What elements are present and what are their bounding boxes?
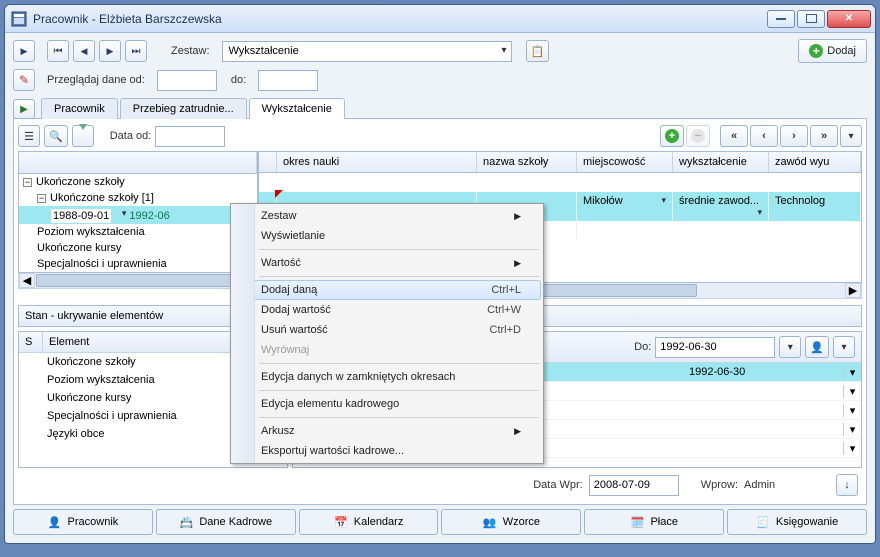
tree-child[interactable]: −Ukończone szkoły [1]	[19, 190, 257, 206]
funnel-icon	[79, 130, 87, 142]
nav-prev-button[interactable]	[73, 40, 95, 62]
do-input[interactable]	[655, 337, 775, 358]
window-title: Pracownik - Elżbieta Barszczewska	[33, 12, 767, 26]
add-row-button[interactable]: +	[660, 125, 684, 147]
close-button[interactable]	[827, 10, 871, 28]
menu-usun-wartosc[interactable]: Usuń wartośćCtrl+D	[233, 320, 541, 340]
maximize-button[interactable]	[797, 10, 825, 28]
col-miejsc[interactable]: miejscowość	[577, 152, 673, 172]
zestaw-label: Zestaw:	[171, 45, 210, 57]
nav-first-outline-button[interactable]	[13, 40, 35, 62]
page-last-button[interactable]	[810, 125, 838, 147]
do-label: do:	[231, 74, 246, 86]
menu-edycja-elementu[interactable]: Edycja elementu kadrowego	[233, 394, 541, 414]
menu-dodaj-wartosc[interactable]: Dodaj wartośćCtrl+W	[233, 300, 541, 320]
col-s[interactable]: S	[19, 332, 43, 352]
titlebar: Pracownik - Elżbieta Barszczewska	[5, 5, 875, 33]
menu-wyswietlanie[interactable]: Wyświetlanie	[233, 226, 541, 246]
col-wykszt[interactable]: wykształcenie	[673, 152, 769, 172]
tree-view-button[interactable]	[18, 125, 40, 147]
btab-ksieg[interactable]: 🧾Księgowanie	[727, 509, 867, 535]
down-arrow-button[interactable]: ↓	[836, 474, 858, 496]
external-button[interactable]	[526, 40, 550, 62]
btab-wzorce[interactable]: 👥Wzorce	[441, 509, 581, 535]
do-label2: Do:	[634, 341, 651, 353]
page-prev-button[interactable]	[750, 125, 778, 147]
tab-pracownik[interactable]: Pracownik	[41, 98, 118, 119]
dodaj-button[interactable]: Dodaj	[798, 39, 867, 63]
data-od-input[interactable]	[155, 126, 225, 147]
tree-kursy[interactable]: Ukończone kursy	[19, 240, 257, 256]
dodaj-label: Dodaj	[827, 45, 856, 57]
minimize-button[interactable]	[767, 10, 795, 28]
search-button[interactable]	[44, 125, 68, 147]
context-menu: Zestaw Wyświetlanie Wartość Dodaj danąCt…	[230, 203, 544, 464]
browse-to-input[interactable]	[258, 70, 318, 91]
menu-edycja-danych[interactable]: Edycja danych w zamkniętych okresach	[233, 367, 541, 387]
btab-dane[interactable]: 📇Dane Kadrowe	[156, 509, 296, 535]
main-tabs: Pracownik Przebieg zatrudnie... Wykształ…	[13, 97, 867, 119]
wprow-value: Admin	[744, 479, 804, 491]
data-wpr-label: Data Wpr:	[533, 479, 583, 491]
tab-wyksztalcenie[interactable]: Wykształcenie	[249, 98, 345, 119]
tree-date2: 1992-06	[129, 210, 169, 222]
browse-label: Przeglądaj dane od:	[47, 74, 145, 86]
col-okres[interactable]: okres nauki	[277, 152, 477, 172]
zestaw-value: Wykształcenie	[229, 45, 299, 57]
col-zawod[interactable]: zawód wyu	[769, 152, 861, 172]
filter-button[interactable]	[72, 125, 94, 147]
menu-zestaw[interactable]: Zestaw	[233, 206, 541, 226]
nav-first-button[interactable]	[47, 40, 69, 62]
page-next-button[interactable]	[780, 125, 808, 147]
data-od-label: Data od:	[110, 130, 152, 142]
btab-place[interactable]: 🗓️Płace	[584, 509, 724, 535]
menu-wartosc[interactable]: Wartość	[233, 253, 541, 273]
menu-eksport[interactable]: Eksportuj wartości kadrowe...	[233, 441, 541, 461]
col-nazwa[interactable]: nazwa szkoły	[477, 152, 577, 172]
tree-poziom[interactable]: Poziom wykształcenia	[19, 224, 257, 240]
menu-wyrownaj: Wyrównaj	[233, 340, 541, 360]
zestaw-select[interactable]: Wykształcenie	[222, 41, 512, 62]
tab-przebieg[interactable]: Przebieg zatrudnie...	[120, 98, 247, 119]
page-menu-button[interactable]	[840, 125, 862, 147]
run-button[interactable]	[13, 99, 35, 119]
tree-spec[interactable]: Specjalności i uprawnienia	[19, 256, 257, 272]
nav-next-button[interactable]	[99, 40, 121, 62]
data-wpr-input[interactable]	[589, 475, 679, 496]
tree-date-row[interactable]: 1988-09-01 1992-06	[19, 206, 257, 224]
person-dropdown[interactable]	[833, 336, 855, 358]
col-element[interactable]: Element	[43, 332, 95, 352]
app-icon	[11, 11, 27, 27]
app-window: Pracownik - Elżbieta Barszczewska Zestaw…	[4, 4, 876, 544]
do-dropdown[interactable]	[779, 336, 801, 358]
browse-from-input[interactable]	[157, 70, 217, 91]
btab-kalendarz[interactable]: 📅Kalendarz	[299, 509, 439, 535]
btab-pracownik[interactable]: 👤Pracownik	[13, 509, 153, 535]
tree-hscroll[interactable]: ◀▶	[18, 273, 258, 289]
menu-arkusz[interactable]: Arkusz	[233, 421, 541, 441]
page-first-button[interactable]	[720, 125, 748, 147]
tree-panel: −Ukończone szkoły −Ukończone szkoły [1] …	[18, 151, 258, 299]
remove-row-button[interactable]: −	[686, 125, 710, 147]
nav-last-button[interactable]	[125, 40, 147, 62]
bottom-tabs: 👤Pracownik 📇Dane Kadrowe 📅Kalendarz 👥Wzo…	[13, 505, 867, 535]
person-button[interactable]	[805, 336, 829, 358]
menu-dodaj-dana[interactable]: Dodaj danąCtrl+L	[233, 280, 541, 300]
wprow-label: Wprow:	[701, 479, 738, 491]
tree-root[interactable]: −Ukończone szkoły	[19, 174, 257, 190]
edit-button[interactable]	[13, 69, 35, 91]
